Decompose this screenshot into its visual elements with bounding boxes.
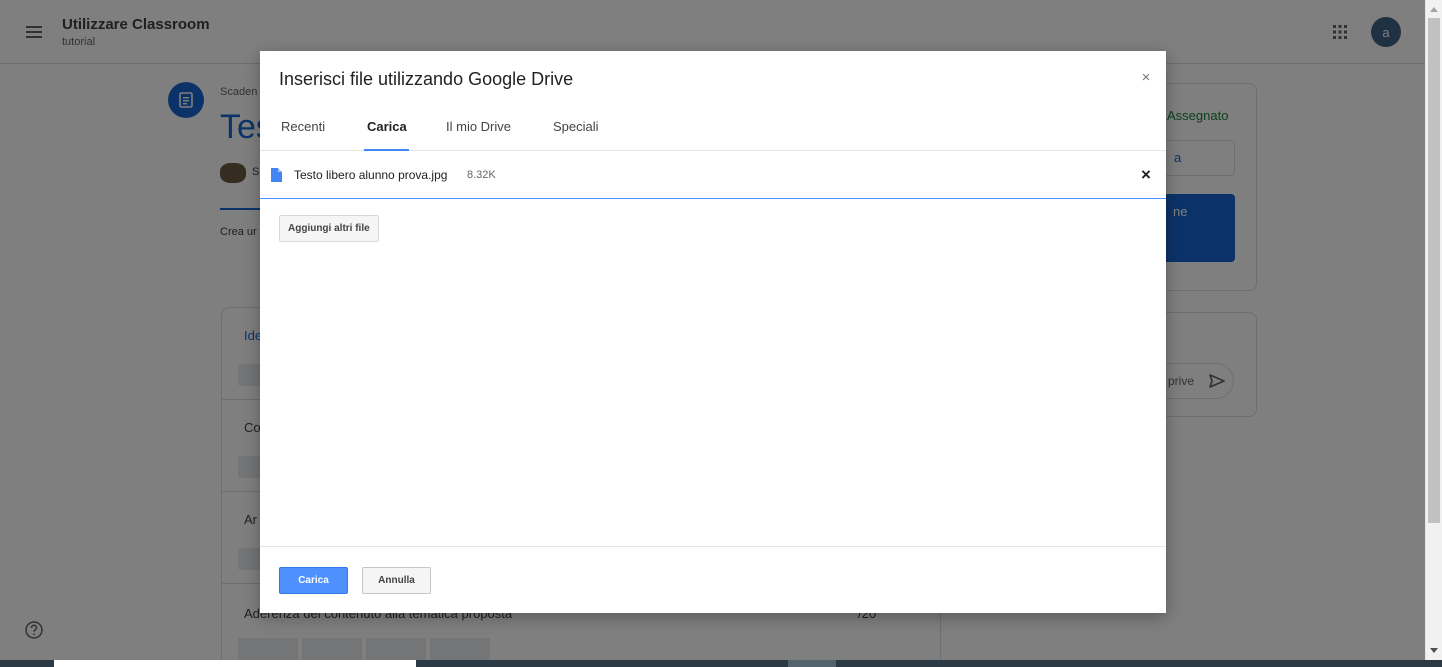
upload-button[interactable]: Carica	[279, 567, 348, 594]
cancel-button[interactable]: Annulla	[362, 567, 431, 594]
scroll-up-arrow-icon[interactable]	[1430, 7, 1438, 12]
page-scrollbar[interactable]	[1425, 0, 1442, 660]
dialog-footer: Carica Annulla	[260, 546, 1166, 613]
file-name: Testo libero alunno prova.jpg	[294, 168, 448, 182]
scroll-thumb[interactable]	[1428, 18, 1440, 523]
document-file-icon	[271, 168, 282, 182]
active-tab-indicator	[364, 149, 409, 151]
file-size: 8.32K	[467, 169, 496, 181]
scroll-down-arrow-icon[interactable]	[1430, 648, 1438, 653]
taskbar-search-box[interactable]	[54, 660, 416, 667]
close-dialog-button[interactable]: ×	[1136, 68, 1156, 88]
taskbar-active-app[interactable]	[788, 660, 836, 667]
add-more-files-button[interactable]: Aggiungi altri file	[279, 215, 379, 242]
remove-file-button[interactable]: ×	[1136, 165, 1156, 185]
upload-file-row[interactable]: Testo libero alunno prova.jpg 8.32K ×	[260, 152, 1166, 199]
tab-carica[interactable]: Carica	[367, 119, 407, 134]
dialog-title: Inserisci file utilizzando Google Drive	[279, 69, 574, 89]
tab-speciali[interactable]: Speciali	[553, 119, 599, 134]
picker-tabs: Recenti Carica Il mio Drive Speciali	[260, 103, 1166, 151]
google-drive-picker-dialog: Inserisci file utilizzando Google Drive …	[260, 51, 1166, 613]
tab-recenti[interactable]: Recenti	[281, 119, 325, 134]
tab-il-mio-drive[interactable]: Il mio Drive	[446, 119, 511, 134]
os-taskbar	[0, 660, 1442, 667]
